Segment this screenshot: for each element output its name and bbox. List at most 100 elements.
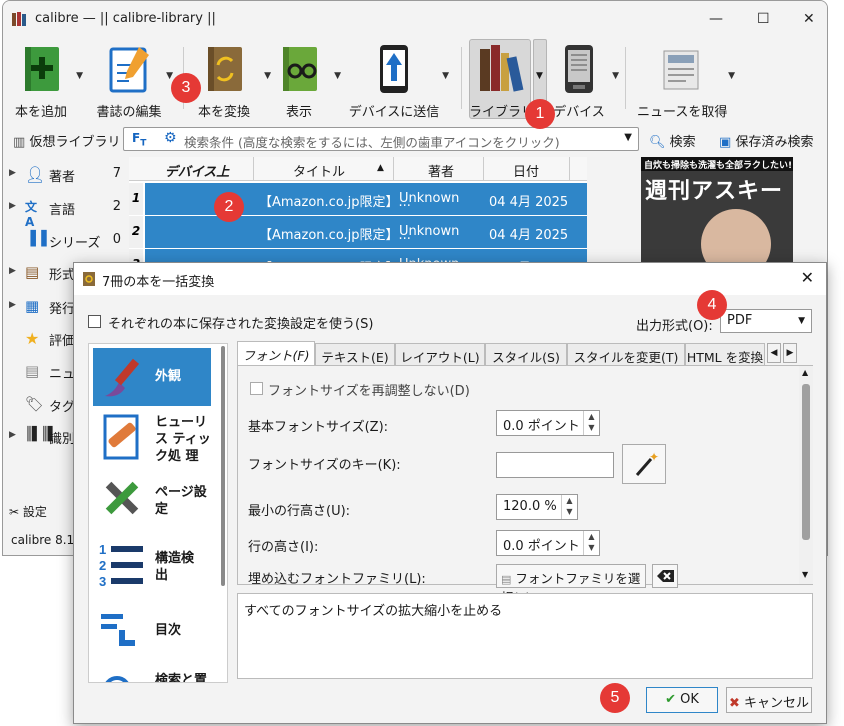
- book-cover[interactable]: 自炊も掃除も洗濯も全部ラクしたい! 週刊アスキー: [641, 157, 793, 271]
- device-dropdown-icon[interactable]: ▼: [612, 71, 619, 81]
- window-title: calibre — || calibre-library ||: [35, 11, 216, 26]
- table-row[interactable]: 1 【Amazon.co.jp限定】... Unknown 04 4月 2025: [129, 183, 587, 215]
- sections-scrollbar[interactable]: [219, 344, 227, 682]
- add-books-button[interactable]: 本を追加 ▼: [7, 41, 83, 120]
- output-format-select[interactable]: PDF ▼: [720, 309, 812, 333]
- settings-label: 設定: [22, 505, 47, 519]
- expand-icon[interactable]: ▶: [9, 266, 16, 276]
- scroll-down-icon[interactable]: ▼: [802, 570, 808, 579]
- tab-styling[interactable]: スタイル(S): [485, 343, 567, 365]
- tab-scroll-left-icon[interactable]: ◀: [767, 343, 781, 363]
- annotation-badge: 2: [214, 192, 244, 222]
- expand-icon[interactable]: ▶: [9, 430, 16, 440]
- saved-search-button[interactable]: ▣ 保存済み検索: [719, 131, 813, 150]
- spin-arrows-icon[interactable]: ▲ ▼: [583, 411, 599, 435]
- spin-arrows-icon[interactable]: ▲ ▼: [561, 495, 577, 519]
- embed-font-family-label: 埋め込むフォントファミリ(L):: [248, 572, 426, 587]
- toolbar-separator: [461, 47, 462, 109]
- scrollbar-thumb[interactable]: [221, 346, 225, 586]
- min-line-height-input[interactable]: 120.0 % ▲ ▼: [496, 494, 578, 520]
- sidebar-item-series[interactable]: ▐▐ シリーズ 0: [9, 229, 127, 253]
- no-rescale-label: フォントサイズを再調整しない(D): [268, 384, 470, 399]
- scroll-up-icon[interactable]: ▲: [802, 368, 808, 377]
- search-input[interactable]: FT ⚙ 検索条件 (高度な検索をするには、左側の歯車アイコンをクリック) ▼: [123, 127, 639, 151]
- saved-search-icon: ▣: [719, 135, 732, 150]
- section-search-replace[interactable]: 検索と置 換: [93, 666, 211, 682]
- sidebar-item-count: 0: [112, 232, 121, 247]
- cancel-button[interactable]: ✖ キャンセル: [726, 687, 812, 713]
- tab-transform-html[interactable]: HTML を変換: [685, 343, 765, 365]
- table-row[interactable]: 2 【Amazon.co.jp限定】... Unknown 04 4月 2025: [129, 216, 587, 248]
- annotation-badge: 1: [525, 99, 555, 129]
- maximize-button[interactable]: ☐: [757, 11, 770, 27]
- tag-icon: 🏷︎: [25, 395, 45, 413]
- tab-transform-styles[interactable]: スタイルを変更(T): [567, 343, 685, 365]
- view-button[interactable]: 表示 ▼: [269, 41, 341, 120]
- device-button[interactable]: デバイス ▼: [549, 41, 619, 120]
- edit-metadata-button[interactable]: 書誌の編集 ▼: [93, 41, 173, 120]
- section-look-and-feel[interactable]: 外観: [93, 348, 211, 406]
- close-button[interactable]: ✕: [803, 11, 815, 27]
- ok-button[interactable]: ✔ OK: [646, 687, 718, 713]
- expand-icon[interactable]: ▶: [9, 300, 16, 310]
- search-history-icon[interactable]: FT: [132, 131, 146, 148]
- fetch-news-dropdown-icon[interactable]: ▼: [728, 71, 735, 81]
- expand-icon[interactable]: ▶: [9, 168, 16, 178]
- tab-scroll-right-icon[interactable]: ▶: [783, 343, 797, 363]
- cover-title: 週刊アスキー: [645, 179, 784, 204]
- series-icon: ▐▐: [25, 231, 47, 247]
- column-date[interactable]: 日付: [489, 161, 563, 180]
- send-to-device-dropdown-icon[interactable]: ▼: [442, 71, 449, 81]
- option-description: すべてのフォントサイズの拡大縮小を止める: [237, 593, 813, 679]
- send-to-device-button[interactable]: デバイスに送信 ▼: [347, 41, 449, 120]
- add-book-icon: [25, 47, 59, 91]
- printer-icon: ▦: [25, 297, 40, 315]
- font-key-wizard-button[interactable]: ✦: [622, 444, 666, 484]
- tab-fonts[interactable]: フォント(F): [237, 341, 315, 366]
- numbered-list-icon: 123: [99, 542, 143, 589]
- use-saved-settings-checkbox[interactable]: [88, 315, 101, 328]
- book-list[interactable]: デバイス上 タイトル ▲ 著者 日付 1 【Amazon.co.jp限定】...…: [129, 157, 587, 281]
- virtual-library-button[interactable]: ▥ 仮想ライブラリ: [13, 131, 120, 150]
- section-toc[interactable]: 目次: [93, 604, 211, 662]
- sidebar-item-label: 識別: [49, 432, 76, 447]
- fetch-news-button[interactable]: ニュースを取得 ▼: [637, 41, 735, 120]
- section-page-setup[interactable]: ページ設 定: [93, 470, 211, 528]
- dialog-close-icon[interactable]: ✕: [801, 268, 814, 287]
- gear-icon[interactable]: ⚙: [164, 130, 177, 146]
- choose-font-family-button[interactable]: ▤ フォントファミリを選択(F): [496, 564, 646, 605]
- sidebar-item-languages[interactable]: ▶ 文A 言語 2: [9, 196, 127, 229]
- tab-layout[interactable]: レイアウト(L): [395, 343, 485, 365]
- search-dropdown-icon[interactable]: ▼: [624, 132, 632, 143]
- convert-books-button[interactable]: 本を変換 ▼: [189, 41, 271, 120]
- font-size-key-input[interactable]: [496, 452, 614, 478]
- view-dropdown-icon[interactable]: ▼: [334, 71, 341, 81]
- scrollbar-thumb[interactable]: [802, 384, 810, 540]
- library-button[interactable]: ライブラリ: [469, 41, 534, 120]
- use-saved-settings-label: それぞれの本に保存された変換設定を使う(S): [108, 317, 374, 332]
- column-on-device[interactable]: デバイス上: [151, 161, 243, 180]
- column-title[interactable]: タイトル: [259, 161, 379, 180]
- no-rescale-checkbox[interactable]: [250, 382, 263, 395]
- expand-icon[interactable]: ▶: [9, 201, 16, 211]
- library-dropdown-icon[interactable]: ▼: [536, 71, 543, 81]
- minimize-button[interactable]: —: [709, 11, 723, 27]
- panel-scrollbar[interactable]: ▲ ▼: [799, 366, 813, 584]
- sidebar-item-authors[interactable]: ▶ 👤︎ 著者 7: [9, 163, 127, 187]
- add-books-dropdown-icon[interactable]: ▼: [76, 71, 83, 81]
- edit-metadata-label: 書誌の編集: [96, 105, 162, 120]
- section-structure-detection[interactable]: 123 構造検 出: [93, 536, 211, 594]
- edit-metadata-dropdown-icon[interactable]: ▼: [166, 71, 173, 81]
- base-font-size-input[interactable]: 0.0 ポイント ▲ ▼: [496, 410, 600, 436]
- check-icon: ✔: [665, 692, 676, 707]
- line-height-input[interactable]: 0.0 ポイント ▲ ▼: [496, 530, 600, 556]
- sidebar-item-label: 言語: [49, 203, 76, 218]
- tab-text[interactable]: テキスト(E): [315, 343, 395, 365]
- search-button[interactable]: 🔍︎ 検索: [649, 131, 696, 150]
- column-author[interactable]: 著者: [399, 161, 483, 180]
- settings-button[interactable]: ✂ 設定: [9, 503, 47, 520]
- clear-font-family-button[interactable]: [652, 564, 678, 588]
- svg-text:3: 3: [99, 574, 106, 589]
- spin-arrows-icon[interactable]: ▲ ▼: [583, 531, 599, 555]
- section-heuristics[interactable]: ヒューリス ティック処 理: [93, 408, 211, 466]
